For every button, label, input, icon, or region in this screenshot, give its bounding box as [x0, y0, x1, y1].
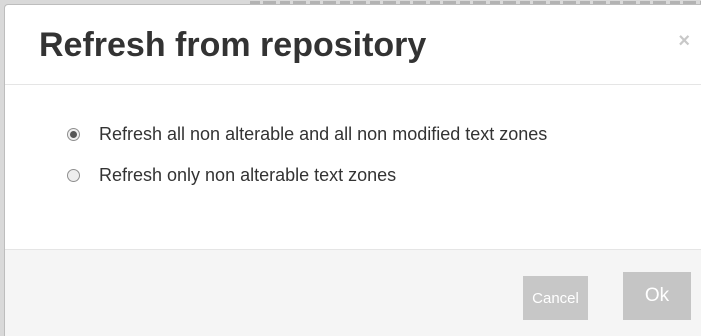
option-refresh-non-alterable-label: Refresh only non alterable text zones	[99, 165, 397, 185]
option-refresh-all-label: Refresh all non alterable and all non mo…	[99, 124, 548, 144]
option-refresh-non-alterable[interactable]: Refresh only non alterable text zones	[67, 164, 547, 187]
radio-refresh-non-alterable[interactable]	[67, 169, 80, 182]
dialog-title: Refresh from repository	[39, 26, 427, 64]
close-icon[interactable]: ×	[678, 31, 690, 51]
ok-button[interactable]: Ok	[623, 272, 691, 320]
refresh-options: Refresh all non alterable and all non mo…	[67, 123, 547, 205]
dialog-footer: Cancel Ok	[5, 250, 701, 336]
cancel-button[interactable]: Cancel	[523, 276, 588, 320]
dialog-header: Refresh from repository ×	[5, 5, 701, 85]
refresh-dialog: Refresh from repository × Refresh all no…	[4, 4, 701, 336]
option-refresh-all[interactable]: Refresh all non alterable and all non mo…	[67, 123, 547, 146]
radio-refresh-all[interactable]	[67, 128, 80, 141]
dialog-body: Refresh all non alterable and all non mo…	[5, 85, 701, 250]
